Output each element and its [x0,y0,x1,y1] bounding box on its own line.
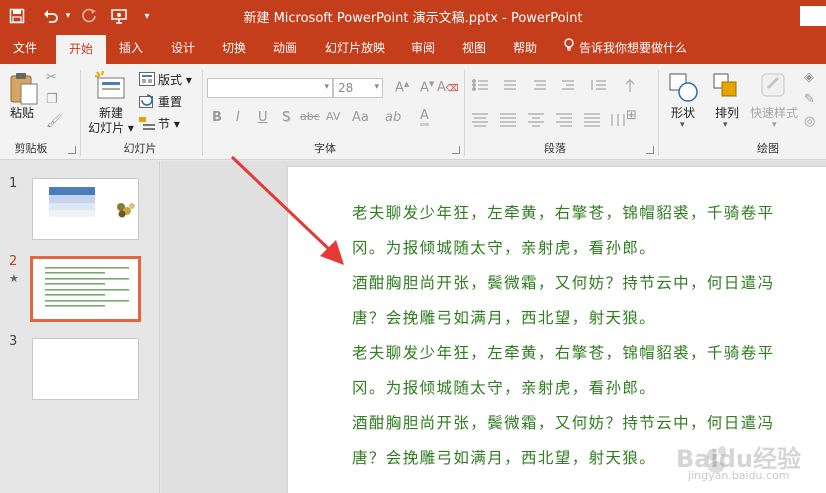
watermark-url: jingyan.baidu.com [688,469,790,482]
annotation-arrow-icon [230,155,344,265]
baidu-watermark: Baidu经验 jingyan.baidu.com [620,425,820,485]
